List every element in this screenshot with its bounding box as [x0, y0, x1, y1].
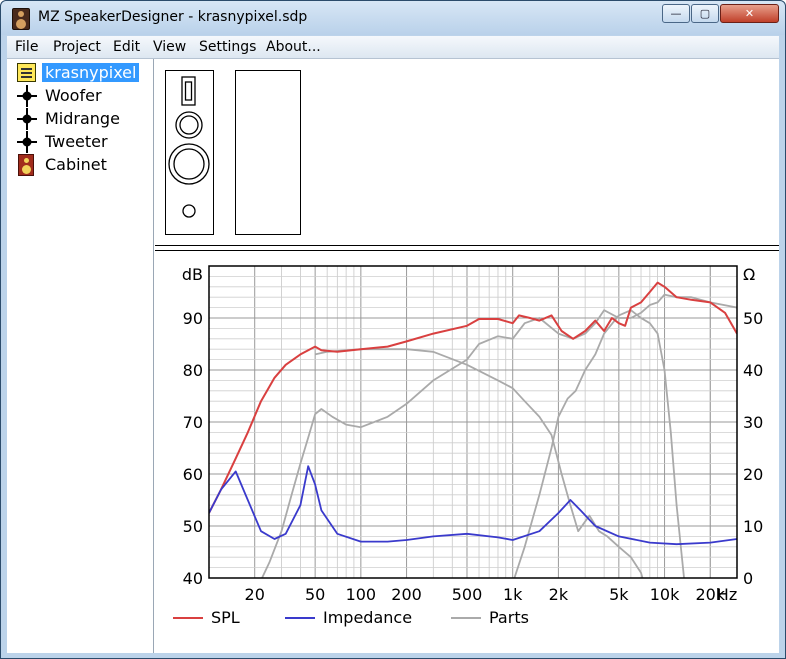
tree-item-midrange[interactable]: Midrange [15, 108, 151, 130]
x-tick-label: 2k [549, 585, 569, 604]
y-tick-label: 40 [183, 569, 203, 588]
y-tick-label: 90 [183, 309, 203, 328]
client-area: krasnypixel Woofer Midrange Tweeter Cabi… [7, 59, 779, 653]
menu-about[interactable]: About... [266, 39, 321, 55]
title-bar[interactable]: MZ SpeakerDesigner - krasnypixel.sdp — ▢… [1, 1, 785, 35]
y2-tick-label: 40 [743, 361, 763, 380]
chart-labels: 40 50 60 70 80 90 0 10 20 30 40 50 20 50 100 200 500 1k 2k… [182, 265, 764, 604]
driver-node-icon [17, 85, 37, 107]
menu-settings[interactable]: Settings [199, 39, 256, 55]
close-button[interactable]: ✕ [720, 4, 779, 23]
y2-tick-label: 0 [743, 569, 753, 588]
x-tick-label: 200 [391, 585, 422, 604]
x-tick-label: 20 [245, 585, 265, 604]
tree-item-label: Cabinet [45, 155, 107, 174]
cabinet-side-view[interactable] [235, 70, 301, 235]
tree-item-project[interactable]: krasnypixel [15, 62, 151, 84]
cabinet-front-view[interactable] [165, 70, 214, 235]
app-window: MZ SpeakerDesigner - krasnypixel.sdp — ▢… [0, 0, 786, 659]
y-tick-label: 60 [183, 465, 203, 484]
tree-item-label: Midrange [45, 109, 120, 128]
x-tick-label: 1k [503, 585, 523, 604]
project-icon [17, 63, 36, 82]
tree-item-label: krasnypixel [42, 63, 140, 82]
driver-layout-drawing [168, 76, 210, 218]
menu-view[interactable]: View [153, 39, 186, 55]
chart-grid [209, 266, 737, 578]
x-tick-label: 10k [650, 585, 680, 604]
y-axis-label: dB [182, 265, 203, 284]
x-tick-label: 50 [305, 585, 325, 604]
cabinet-icon [18, 154, 34, 176]
chart-legend: SPL Impedance Parts [173, 608, 529, 627]
menu-project[interactable]: Project [53, 39, 101, 55]
y-tick-label: 50 [183, 517, 203, 536]
design-pane: 40 50 60 70 80 90 0 10 20 30 40 50 20 50 100 200 500 1k 2k… [155, 59, 779, 653]
y2-tick-label: 10 [743, 517, 763, 536]
tree-item-label: Tweeter [45, 132, 108, 151]
speaker-app-icon[interactable] [12, 8, 30, 30]
legend-label: Impedance [323, 608, 412, 627]
y2-axis-label: Ω [743, 265, 755, 284]
menu-bar: File Project Edit View Settings About... [7, 36, 779, 59]
y-tick-label: 80 [183, 361, 203, 380]
x-axis-unit: Hz [717, 585, 737, 604]
frequency-response-chart[interactable]: 40 50 60 70 80 90 0 10 20 30 40 50 20 50 100 200 500 1k 2k… [155, 253, 779, 653]
x-tick-label: 500 [452, 585, 483, 604]
tree-item-tweeter[interactable]: Tweeter [15, 131, 151, 153]
y2-tick-label: 20 [743, 465, 763, 484]
pane-divider[interactable] [155, 245, 779, 246]
tree-item-woofer[interactable]: Woofer [15, 85, 151, 107]
series-parts-line [513, 309, 685, 578]
y2-tick-label: 30 [743, 413, 763, 432]
series-parts-line [314, 348, 644, 578]
minimize-button[interactable]: — [662, 4, 690, 23]
x-tick-label: 5k [609, 585, 629, 604]
driver-node-icon [17, 131, 37, 153]
x-tick-label: 100 [346, 585, 377, 604]
pane-divider[interactable] [155, 250, 779, 251]
driver-node-icon [17, 108, 37, 130]
tree-item-label: Woofer [45, 86, 102, 105]
legend-label: SPL [211, 608, 240, 627]
project-tree[interactable]: krasnypixel Woofer Midrange Tweeter Cabi… [7, 59, 154, 653]
legend-label: Parts [489, 608, 529, 627]
menu-file[interactable]: File [15, 39, 38, 55]
maximize-button[interactable]: ▢ [691, 4, 719, 23]
window-title: MZ SpeakerDesigner - krasnypixel.sdp [38, 9, 308, 25]
y-tick-label: 70 [183, 413, 203, 432]
menu-edit[interactable]: Edit [113, 39, 140, 55]
tree-item-cabinet[interactable]: Cabinet [15, 154, 151, 176]
y2-tick-label: 50 [743, 309, 763, 328]
